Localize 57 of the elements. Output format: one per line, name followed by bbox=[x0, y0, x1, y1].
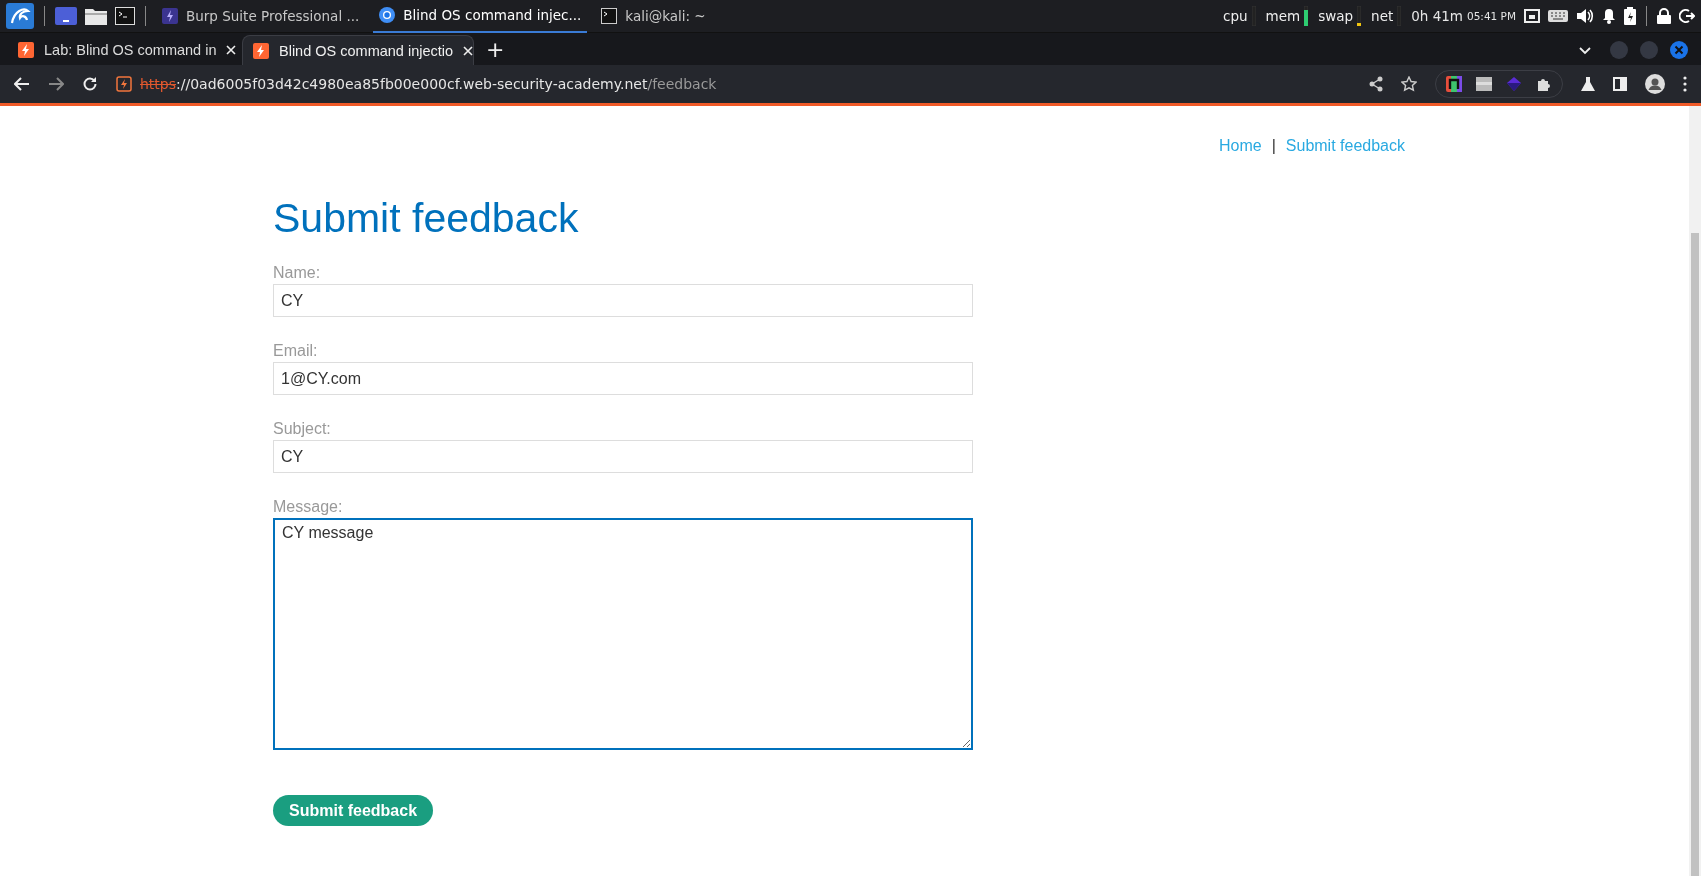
share-icon[interactable] bbox=[1369, 76, 1383, 92]
field-label: Name: bbox=[273, 264, 322, 282]
page-heading: Submit feedback bbox=[273, 195, 580, 242]
taskbar-window[interactable]: kali@kali: ~ bbox=[595, 0, 712, 33]
field-label: Subject: bbox=[273, 420, 332, 438]
monitor-label: cpu bbox=[1223, 8, 1248, 24]
sidebar-icon[interactable] bbox=[1613, 77, 1627, 91]
close-icon[interactable] bbox=[226, 45, 237, 55]
new-tab-button[interactable]: + bbox=[476, 35, 515, 65]
meter-icon bbox=[1357, 6, 1362, 26]
battery-icon[interactable] bbox=[1624, 7, 1636, 25]
menu-icon[interactable] bbox=[1683, 76, 1687, 92]
input-field[interactable]: CY bbox=[273, 440, 973, 473]
close-icon[interactable] bbox=[463, 45, 474, 56]
message-field[interactable]: CY message bbox=[273, 518, 973, 750]
folder-icon[interactable] bbox=[85, 7, 107, 25]
monitor-label: swap bbox=[1318, 8, 1354, 24]
forward-icon[interactable] bbox=[48, 77, 64, 91]
avatar-icon[interactable] bbox=[1645, 74, 1665, 94]
url-text: https://0ad6005f03d42c4980ea85fb00e000cf.web-security-academy.net/feedback bbox=[140, 76, 717, 92]
reload-icon[interactable] bbox=[82, 76, 98, 92]
star-icon[interactable] bbox=[1401, 76, 1417, 92]
flask-icon[interactable] bbox=[1581, 76, 1595, 92]
bell-icon[interactable] bbox=[1602, 8, 1616, 24]
browser-tab[interactable]: Lab: Blind OS command in bbox=[8, 35, 240, 65]
puzzle-icon[interactable] bbox=[1536, 76, 1552, 92]
field-label: Email: bbox=[273, 342, 319, 360]
chevron-down-icon[interactable] bbox=[1579, 47, 1591, 55]
dragon-logo-icon[interactable] bbox=[6, 3, 34, 29]
back-icon[interactable] bbox=[14, 77, 30, 91]
lightning-icon bbox=[18, 42, 34, 58]
uptime-text: 0h 41m bbox=[1411, 8, 1463, 24]
taskbar-window[interactable]: Burp Suite Professional ... bbox=[156, 0, 366, 33]
field-label: Message: bbox=[273, 498, 344, 516]
input-field[interactable]: 1@CY.com bbox=[273, 362, 973, 395]
tab-title: Lab: Blind OS command in bbox=[44, 42, 217, 58]
monitor-label: mem bbox=[1265, 8, 1301, 24]
logout-icon[interactable] bbox=[1679, 8, 1695, 24]
browser-tab[interactable]: Blind OS command injectio bbox=[242, 35, 474, 65]
monitor-label: net bbox=[1371, 8, 1394, 24]
tab-title: Blind OS command injectio bbox=[279, 42, 454, 59]
browser-icon bbox=[379, 7, 396, 23]
meter-icon bbox=[1304, 6, 1309, 26]
clock-text: 05:41 PM bbox=[1467, 10, 1516, 22]
lightning-icon bbox=[116, 76, 132, 92]
rainbow-extension-icon[interactable] bbox=[1446, 76, 1462, 92]
keyboard-icon[interactable] bbox=[1548, 10, 1568, 22]
scrollbar[interactable] bbox=[1689, 106, 1701, 876]
lock-icon[interactable] bbox=[1657, 8, 1671, 24]
terminal-icon bbox=[601, 8, 618, 24]
network-icon[interactable] bbox=[1524, 9, 1540, 23]
volume-icon[interactable] bbox=[1576, 8, 1594, 24]
nav-separator: | bbox=[1271, 137, 1276, 155]
window-icon[interactable] bbox=[55, 7, 77, 25]
terminal-icon[interactable] bbox=[115, 7, 135, 25]
input-field[interactable]: CY bbox=[273, 284, 973, 317]
lightning-icon bbox=[253, 42, 269, 59]
